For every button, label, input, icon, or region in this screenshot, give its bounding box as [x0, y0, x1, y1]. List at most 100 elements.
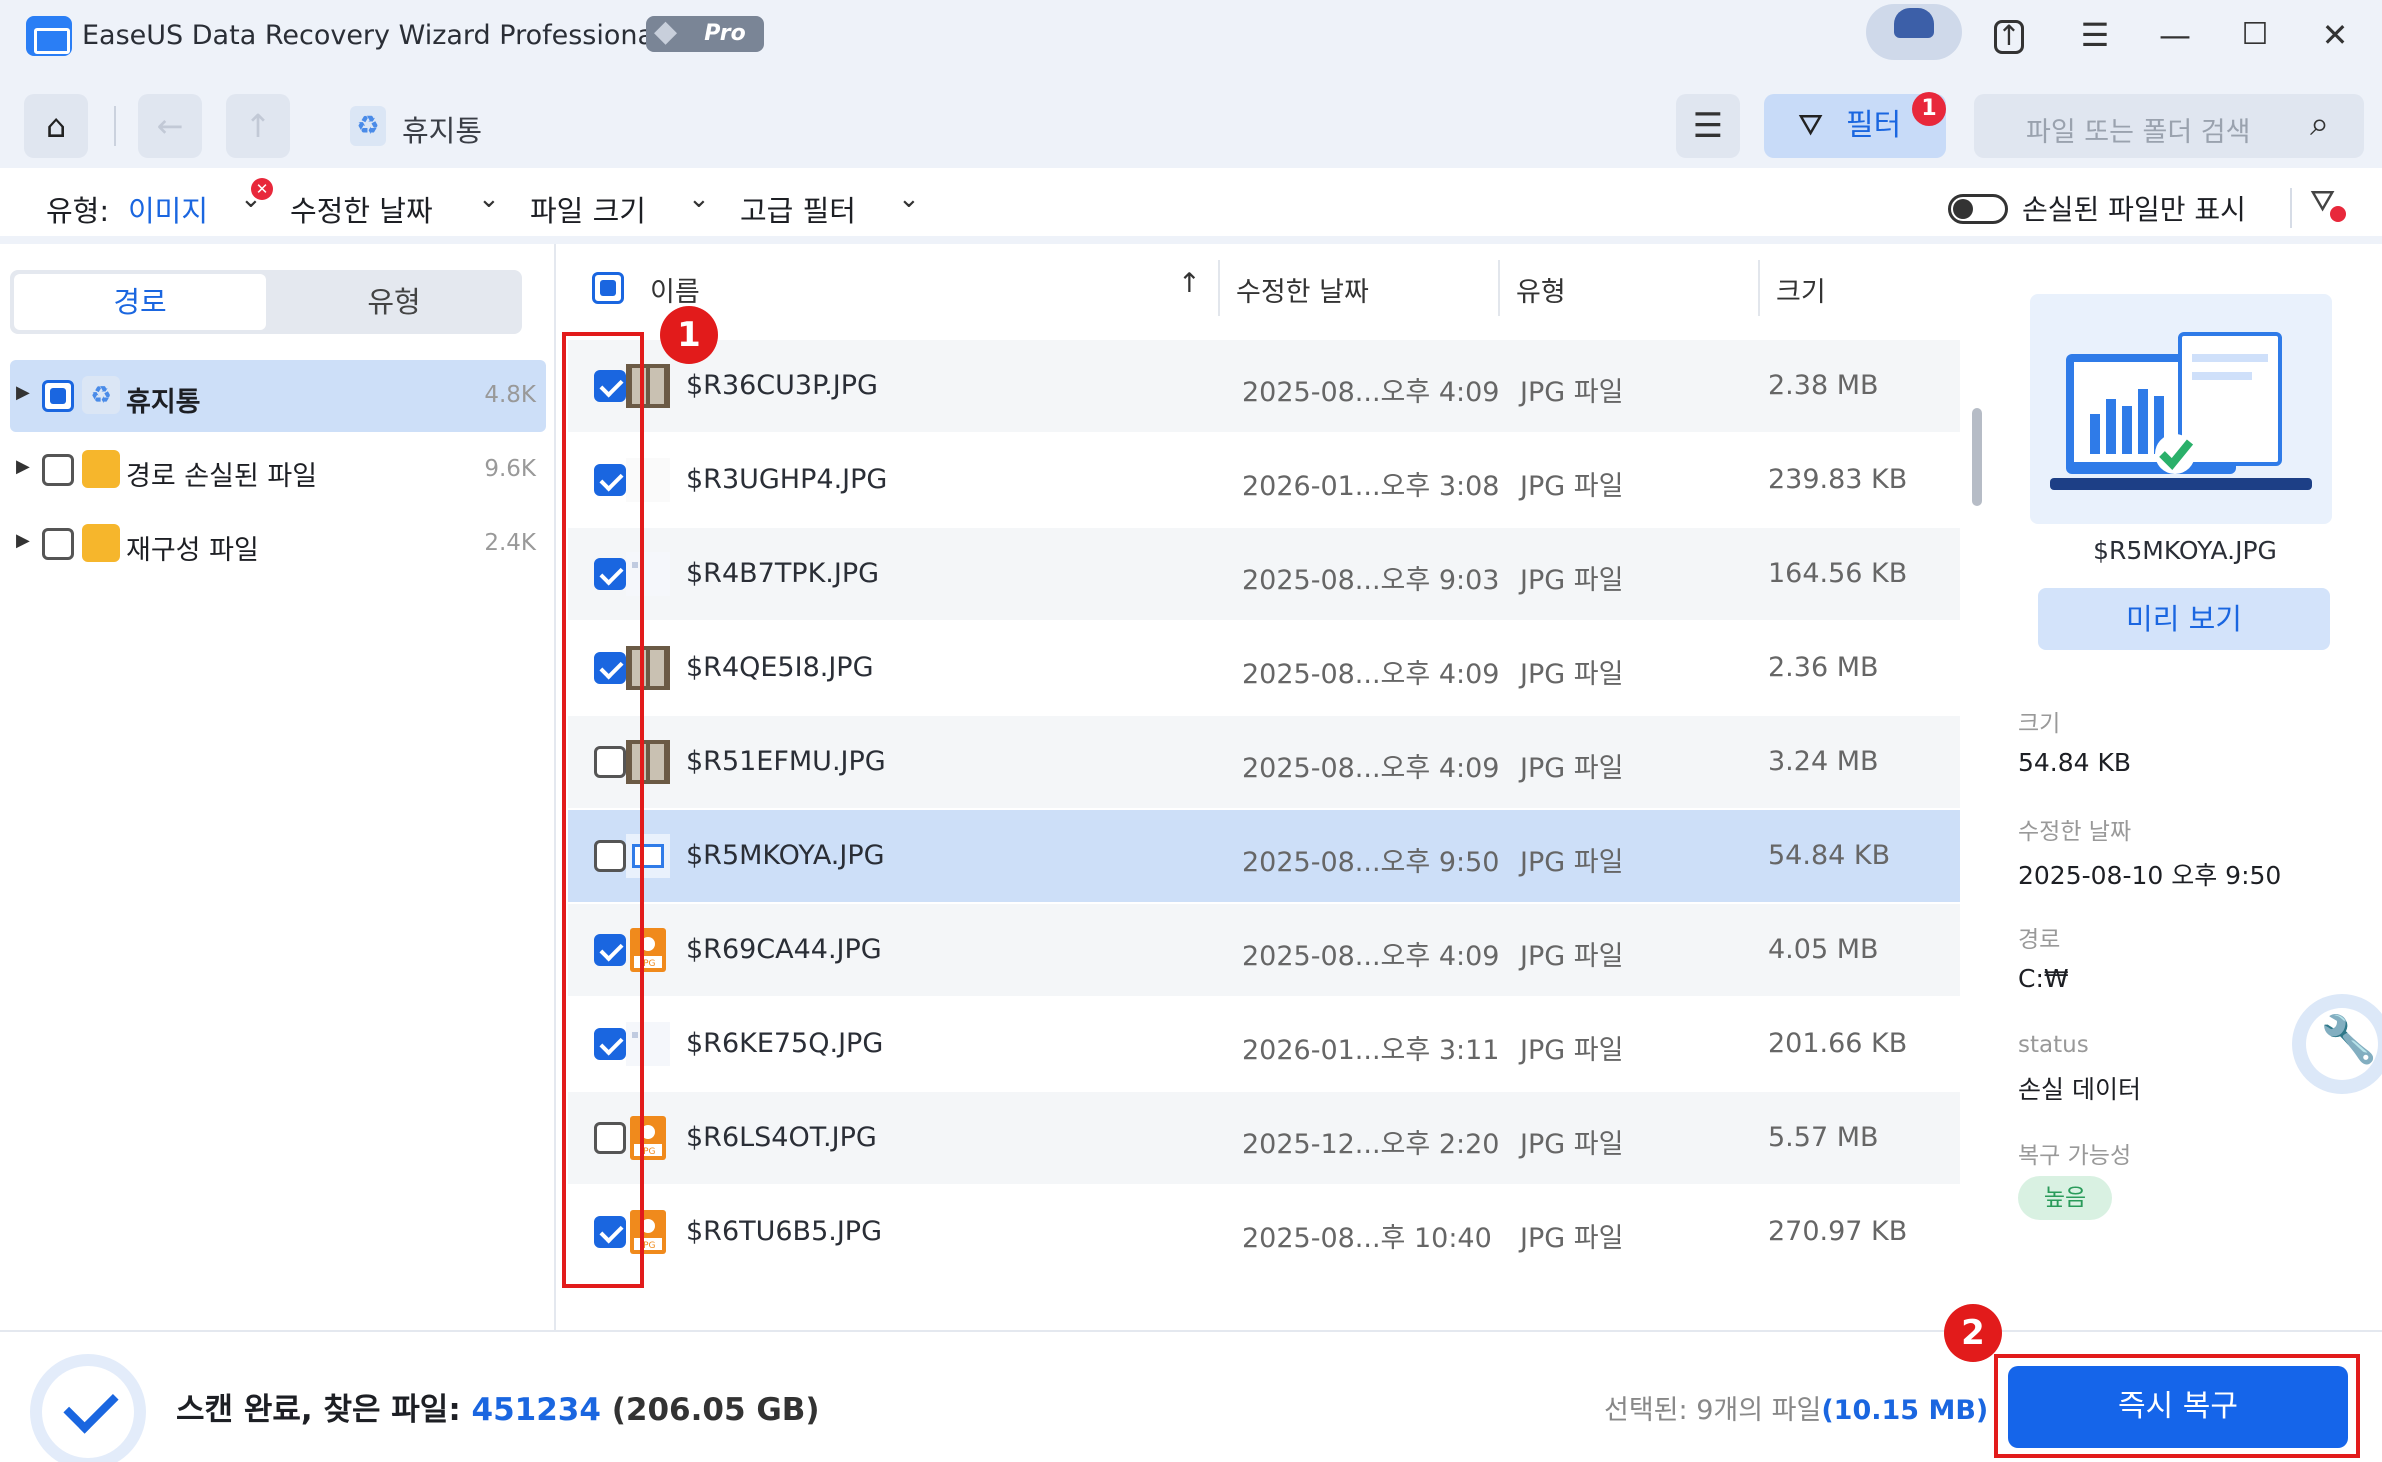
table-row[interactable]: $R6KE75Q.JPG 2026-01...오후 3:11 JPG 파일 201.6…: [568, 998, 1960, 1090]
upload-icon[interactable]: ↑: [1994, 20, 2024, 54]
size-value: 54.84 KB: [2018, 748, 2132, 777]
file-list: 이름 ↑ 수정한 날짜 유형 크기 $R36CU3P.JPG 2025-08...…: [558, 244, 1986, 1330]
file-size: 4.05 MB: [1768, 934, 1879, 965]
column-size[interactable]: 크기: [1776, 270, 1826, 309]
home-button[interactable]: ⌂: [24, 94, 88, 158]
cloud-backup-icon[interactable]: [1866, 4, 1962, 60]
select-all-checkbox[interactable]: [592, 272, 624, 304]
column-divider: [1758, 260, 1760, 316]
up-button[interactable]: ↑: [226, 94, 290, 158]
path-value: C:₩: [2018, 964, 2069, 993]
found-size: (206.05 GB): [611, 1392, 820, 1428]
file-name: $R5MKOYA.JPG: [686, 840, 885, 871]
sort-asc-icon[interactable]: ↑: [1178, 268, 1201, 299]
file-size: 2.36 MB: [1768, 652, 1879, 683]
list-icon: ☰: [1692, 106, 1724, 146]
chevron-down-icon[interactable]: ⌄: [478, 184, 500, 214]
app-window: EaseUS Data Recovery Wizard Professional…: [0, 0, 2382, 1462]
search-input[interactable]: 파일 또는 폴더 검색 ⌕: [1974, 94, 2364, 158]
tab-type[interactable]: 유형: [270, 274, 518, 330]
close-icon[interactable]: ✕: [2314, 14, 2356, 56]
file-size: 3.24 MB: [1768, 746, 1879, 777]
modified-date-filter[interactable]: 수정한 날짜: [290, 188, 433, 230]
file-date: 2026-01...오후 3:11: [1242, 1035, 1500, 1066]
expand-arrow-icon[interactable]: ▶: [16, 382, 30, 403]
file-type: JPG 파일: [1520, 471, 1624, 502]
file-type: JPG 파일: [1520, 565, 1624, 596]
chart-illustration-icon: [2050, 332, 2312, 490]
found-count: 451234: [471, 1392, 601, 1428]
file-name: $R6LS4OT.JPG: [686, 1122, 877, 1153]
maximize-icon[interactable]: ☐: [2234, 14, 2276, 56]
column-name[interactable]: 이름: [650, 270, 700, 309]
column-modified[interactable]: 수정한 날짜: [1236, 270, 1369, 309]
file-size-filter[interactable]: 파일 크기: [530, 188, 646, 230]
file-date: 2025-08...오후 4:09: [1242, 377, 1500, 408]
app-title: EaseUS Data Recovery Wizard Professional: [82, 20, 662, 51]
sidebar-item-count: 2.4K: [484, 530, 536, 556]
advanced-filter[interactable]: 고급 필터: [740, 188, 856, 230]
table-row[interactable]: $R51EFMU.JPG 2025-08...오후 4:09 JPG 파일 3.24 …: [568, 716, 1960, 808]
file-type: JPG 파일: [1520, 377, 1624, 408]
path-label: 경로: [2018, 927, 2061, 953]
chevron-down-icon[interactable]: ⌄: [688, 184, 710, 214]
status-value: 손실 데이터: [2018, 1075, 2141, 1104]
sidebar-item-reconstructed-files[interactable]: ▶ 재구성 파일 2.4K: [10, 508, 546, 580]
file-size: 201.66 KB: [1768, 1028, 1908, 1059]
file-type: JPG 파일: [1520, 659, 1624, 690]
sidebar-item-count: 4.8K: [484, 382, 536, 408]
sidebar-item-recycle-bin[interactable]: ▶ ♻ 휴지통 4.8K: [10, 360, 546, 432]
preview-button[interactable]: 미리 보기: [2038, 588, 2330, 650]
menu-icon[interactable]: ☰: [2074, 14, 2116, 56]
file-name: $R36CU3P.JPG: [686, 370, 878, 401]
sidebar-item-count: 9.6K: [484, 456, 536, 482]
recycle-bin-icon: ♻: [82, 376, 120, 414]
chevron-down-icon[interactable]: ⌄: [240, 184, 262, 214]
table-row[interactable]: $R3UGHP4.JPG 2026-01...오후 3:08 JPG 파일 239.8…: [568, 434, 1960, 526]
column-divider: [1498, 260, 1500, 316]
file-type: JPG 파일: [1520, 1223, 1624, 1254]
tab-path[interactable]: 경로: [14, 274, 266, 330]
expand-arrow-icon[interactable]: ▶: [16, 456, 30, 477]
recover-button-highlight: [1994, 1354, 2360, 1458]
scrollbar[interactable]: [1972, 408, 1982, 506]
chevron-down-icon[interactable]: ⌄: [898, 184, 920, 214]
breadcrumb[interactable]: 휴지통: [402, 108, 482, 150]
table-row[interactable]: $R4QE5I8.JPG 2025-08...오후 4:09 JPG 파일 2.36 …: [568, 622, 1960, 714]
file-type: JPG 파일: [1520, 847, 1624, 878]
scan-summary: 스캔 완료, 찾은 파일: 451234 (206.05 GB): [176, 1384, 820, 1429]
file-name: $R6TU6B5.JPG: [686, 1216, 883, 1247]
sidebar-item-lost-path-files[interactable]: ▶ 경로 손실된 파일 9.6K: [10, 434, 546, 506]
scan-label: 스캔 완료, 찾은 파일:: [176, 1392, 461, 1428]
table-row[interactable]: JPG $R6LS4OT.JPG 2025-12...오후 2:20 JPG 파일 5.…: [568, 1092, 1960, 1184]
table-row[interactable]: $R36CU3P.JPG 2025-08...오후 4:09 JPG 파일 2.38 …: [568, 340, 1960, 432]
file-type: JPG 파일: [1520, 753, 1624, 784]
file-date: 2025-08...오후 4:09: [1242, 659, 1500, 690]
expand-arrow-icon[interactable]: ▶: [16, 530, 30, 551]
table-row[interactable]: $R4B7TPK.JPG 2025-08...오후 9:03 JPG 파일 164.5…: [568, 528, 1960, 620]
checkbox[interactable]: [42, 454, 74, 486]
clear-filter-icon[interactable]: ⛛: [2310, 184, 2347, 222]
table-row[interactable]: JPG $R6TU6B5.JPG 2025-08...후 10:40 JPG 파일 27…: [568, 1186, 1960, 1278]
file-date: 2026-01...오후 3:08: [1242, 471, 1500, 502]
checkbox[interactable]: [42, 528, 74, 560]
lost-files-toggle[interactable]: [1948, 194, 2008, 224]
table-row[interactable]: JPG $R69CA44.JPG 2025-08...오후 4:09 JPG 파일 4.…: [568, 904, 1960, 996]
file-date: 2025-08...오후 9:50: [1242, 847, 1500, 878]
home-icon: ⌂: [45, 107, 67, 145]
back-button[interactable]: ←: [138, 94, 202, 158]
scan-complete-icon: [30, 1354, 146, 1462]
table-row[interactable]: $R5MKOYA.JPG 2025-08...오후 9:50 JPG 파일 54.84…: [568, 810, 1960, 902]
checkbox[interactable]: [42, 380, 74, 412]
file-date: 2025-08...오후 4:09: [1242, 941, 1500, 972]
type-filter-value[interactable]: 이미지: [128, 188, 208, 230]
file-name: $R51EFMU.JPG: [686, 746, 886, 777]
column-type[interactable]: 유형: [1516, 270, 1566, 309]
minimize-icon[interactable]: —: [2154, 14, 2196, 56]
arrow-left-icon: ←: [156, 107, 184, 145]
list-view-button[interactable]: ☰: [1676, 94, 1740, 158]
nav-divider: [114, 106, 116, 146]
search-icon[interactable]: ⌕: [2310, 104, 2329, 144]
help-tool-button[interactable]: 🔧: [2292, 994, 2382, 1094]
sidebar-tabs: 경로 유형: [10, 270, 522, 334]
